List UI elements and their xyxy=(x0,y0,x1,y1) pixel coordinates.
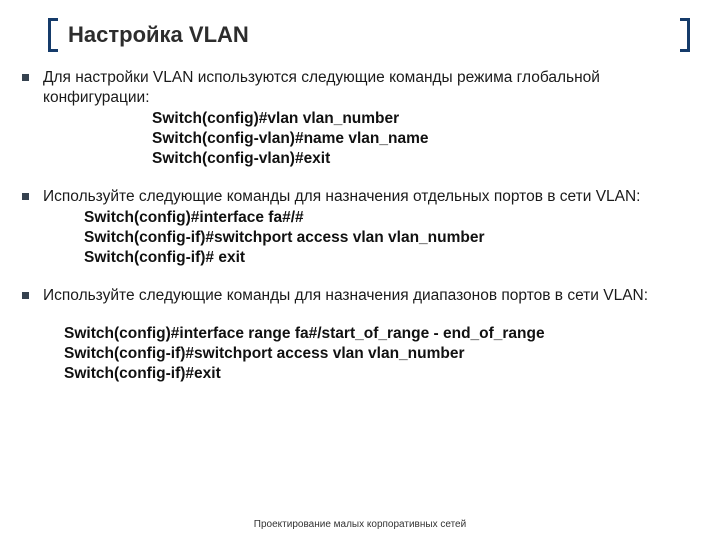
slide-content: Для настройки VLAN используются следующи… xyxy=(22,68,690,403)
command-line: Switch(config-if)#switchport access vlan… xyxy=(64,344,690,364)
bullet-item: Используйте следующие команды для назнач… xyxy=(22,187,690,207)
square-bullet-icon xyxy=(22,193,29,200)
lead-text: Используйте следующие команды для назнач… xyxy=(43,286,690,306)
section-1: Для настройки VLAN используются следующи… xyxy=(22,68,690,169)
command-line: Switch(config-vlan)#exit xyxy=(152,149,690,169)
section-3: Используйте следующие команды для назнач… xyxy=(22,286,690,384)
bullet-item: Для настройки VLAN используются следующи… xyxy=(22,68,690,108)
slide-title-wrap: Настройка VLAN xyxy=(48,18,669,52)
command-block: Switch(config)#interface range fa#/start… xyxy=(64,324,690,384)
command-line: Switch(config-if)# exit xyxy=(84,248,690,268)
command-line: Switch(config)#interface range fa#/start… xyxy=(64,324,690,344)
command-line: Switch(config-vlan)#name vlan_name xyxy=(152,129,690,149)
command-block: Switch(config)#vlan vlan_number Switch(c… xyxy=(152,109,690,169)
bracket-left-icon xyxy=(48,18,58,52)
square-bullet-icon xyxy=(22,74,29,81)
command-line: Switch(config-if)#switchport access vlan… xyxy=(84,228,690,248)
command-line: Switch(config)#interface fa#/# xyxy=(84,208,690,228)
slide-footer: Проектирование малых корпоративных сетей xyxy=(0,519,720,530)
slide-title: Настройка VLAN xyxy=(68,22,249,48)
section-2: Используйте следующие команды для назнач… xyxy=(22,187,690,268)
bracket-right-icon xyxy=(680,18,690,52)
lead-text: Для настройки VLAN используются следующи… xyxy=(43,68,690,108)
bullet-item: Используйте следующие команды для назнач… xyxy=(22,286,690,306)
lead-text: Используйте следующие команды для назнач… xyxy=(43,187,690,207)
command-line: Switch(config)#vlan vlan_number xyxy=(152,109,690,129)
square-bullet-icon xyxy=(22,292,29,299)
command-line: Switch(config-if)#exit xyxy=(64,364,690,384)
command-block: Switch(config)#interface fa#/# Switch(co… xyxy=(84,208,690,268)
